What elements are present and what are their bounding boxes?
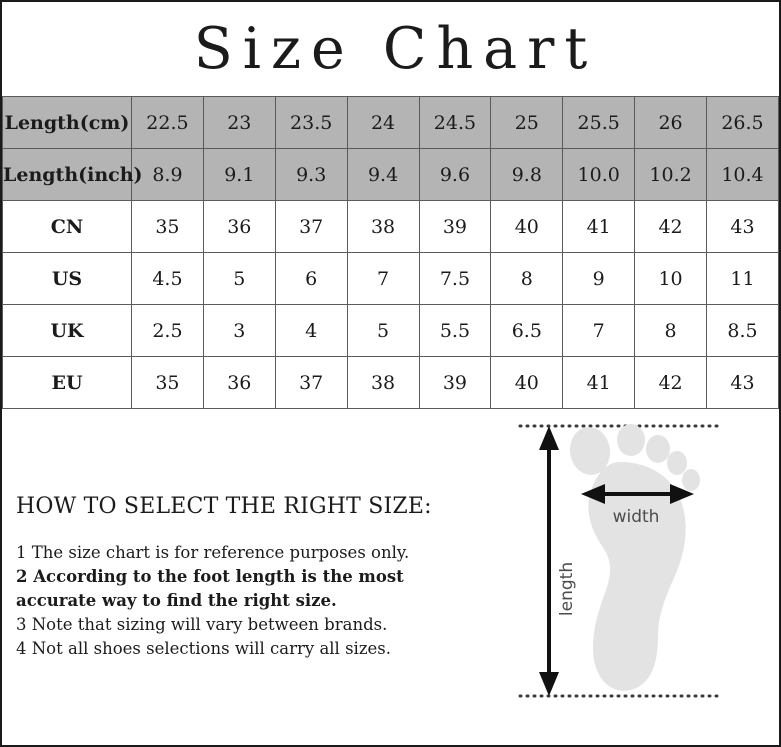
cell-cn-6: 41: [562, 200, 636, 253]
row-label-eu: EU: [2, 356, 132, 409]
length-arrow-head-bottom: [539, 672, 559, 696]
cell-us-4: 7.5: [418, 252, 492, 305]
cell-length-cm-2: 23.5: [274, 96, 348, 149]
size-chart-table-body: Length(cm) 22.5 23 23.5 24 24.5 25 25.5 …: [2, 96, 779, 409]
cell-length-cm-5: 25: [490, 96, 564, 149]
toe-4: [667, 451, 687, 475]
table-row-eu: EU 35 36 37 38 39 40 41 42 43: [2, 356, 779, 409]
toe-5-little: [682, 469, 700, 491]
title-bar: Size Chart: [2, 2, 779, 96]
how-to-heading: HOW TO SELECT THE RIGHT SIZE:: [16, 494, 432, 519]
cell-eu-3: 38: [346, 356, 420, 409]
cell-length-inch-4: 9.6: [418, 148, 492, 201]
how-to-item-3: 3 Note that sizing will vary between bra…: [16, 615, 388, 634]
cell-us-3: 7: [346, 252, 420, 305]
cell-uk-4: 5.5: [418, 304, 492, 357]
table-row-length-cm: Length(cm) 22.5 23 23.5 24 24.5 25 25.5 …: [2, 96, 779, 149]
how-to-select-block: HOW TO SELECT THE RIGHT SIZE: 1 The size…: [16, 494, 436, 661]
cell-cn-3: 38: [346, 200, 420, 253]
toe-3: [646, 435, 670, 463]
cell-eu-6: 41: [562, 356, 636, 409]
cell-eu-1: 36: [202, 356, 276, 409]
how-to-item-4: 4 Not all shoes selections will carry al…: [16, 639, 391, 658]
width-label: width: [613, 507, 660, 527]
cell-uk-5: 6.5: [490, 304, 564, 357]
cell-cn-2: 37: [274, 200, 348, 253]
how-to-list: 1 The size chart is for reference purpos…: [16, 541, 436, 661]
row-label-cn: CN: [2, 200, 132, 253]
cell-eu-7: 42: [634, 356, 707, 409]
cell-cn-1: 36: [202, 200, 276, 253]
cell-length-inch-8: 10.4: [706, 148, 779, 201]
table-row-length-inch: Length(inch) 8.9 9.1 9.3 9.4 9.6 9.8 10.…: [2, 148, 779, 201]
cell-cn-7: 42: [634, 200, 707, 253]
toe-2: [617, 424, 645, 456]
cell-length-cm-6: 25.5: [562, 96, 636, 149]
row-label-length-inch: Length(inch): [2, 148, 143, 201]
cell-length-cm-7: 26: [634, 96, 707, 149]
row-label-length-cm: Length(cm): [2, 96, 132, 149]
table-row-uk: UK 2.5 3 4 5 5.5 6.5 7 8 8.5: [2, 304, 779, 357]
how-to-item-1: 1 The size chart is for reference purpos…: [16, 543, 410, 562]
length-arrow-head-top: [539, 426, 559, 450]
cell-uk-7: 8: [634, 304, 707, 357]
cell-us-2: 6: [274, 252, 348, 305]
foot-diagram-svg: width length: [518, 424, 722, 698]
cell-us-8: 11: [706, 252, 779, 305]
cell-uk-0: 2.5: [131, 304, 204, 357]
cell-cn-8: 43: [706, 200, 779, 253]
cell-uk-8: 8.5: [706, 304, 779, 357]
cell-us-5: 8: [490, 252, 564, 305]
cell-length-cm-8: 26.5: [706, 96, 779, 149]
foot-measurement-diagram: width length: [502, 414, 772, 734]
cell-length-cm-4: 24.5: [418, 96, 492, 149]
cell-length-inch-3: 9.4: [346, 148, 420, 201]
cell-us-0: 4.5: [131, 252, 204, 305]
cell-cn-0: 35: [131, 200, 204, 253]
cell-cn-4: 39: [418, 200, 492, 253]
cell-length-inch-7: 10.2: [634, 148, 707, 201]
length-label: length: [557, 562, 577, 616]
cell-uk-6: 7: [562, 304, 636, 357]
page-title: Size Chart: [193, 15, 598, 82]
cell-us-1: 5: [202, 252, 276, 305]
cell-us-6: 9: [562, 252, 636, 305]
how-to-item-2: 2 According to the foot length is the mo…: [16, 567, 404, 610]
cell-eu-8: 43: [706, 356, 779, 409]
cell-length-inch-6: 10.0: [562, 148, 636, 201]
cell-eu-5: 40: [490, 356, 564, 409]
cell-eu-2: 37: [274, 356, 348, 409]
cell-eu-4: 39: [418, 356, 492, 409]
table-row-cn: CN 35 36 37 38 39 40 41 42 43: [2, 200, 779, 253]
cell-length-cm-1: 23: [202, 96, 276, 149]
length-arrow: [539, 426, 559, 696]
cell-eu-0: 35: [131, 356, 204, 409]
foot-silhouette-icon: [569, 424, 700, 691]
row-label-uk: UK: [2, 304, 132, 357]
cell-length-inch-1: 9.1: [202, 148, 276, 201]
cell-length-cm-3: 24: [346, 96, 420, 149]
cell-uk-2: 4: [274, 304, 348, 357]
size-chart-table: Length(cm) 22.5 23 23.5 24 24.5 25 25.5 …: [2, 96, 779, 409]
cell-length-inch-5: 9.8: [490, 148, 564, 201]
cell-uk-3: 5: [346, 304, 420, 357]
cell-length-cm-0: 22.5: [131, 96, 204, 149]
row-label-us: US: [2, 252, 132, 305]
table-row-us: US 4.5 5 6 7 7.5 8 9 10 11: [2, 252, 779, 305]
cell-us-7: 10: [634, 252, 707, 305]
cell-cn-5: 40: [490, 200, 564, 253]
cell-uk-1: 3: [202, 304, 276, 357]
lower-section: HOW TO SELECT THE RIGHT SIZE: 1 The size…: [2, 409, 779, 739]
cell-length-inch-2: 9.3: [274, 148, 348, 201]
